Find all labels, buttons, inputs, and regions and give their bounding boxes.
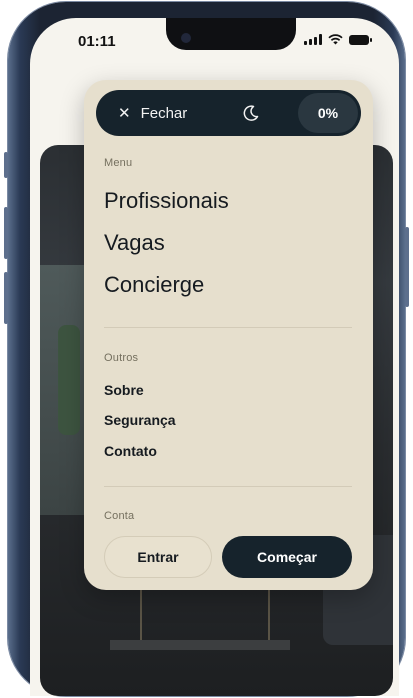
menu-link-sobre[interactable]: Sobre <box>104 382 144 398</box>
silent-switch <box>4 152 8 178</box>
close-label: Fechar <box>140 104 188 122</box>
signal-icon <box>304 34 322 45</box>
phone-frame: 01:11 ✕ Fechar 0% Menu Profissionais Vag… <box>4 2 409 696</box>
close-button[interactable]: ✕ Fechar <box>118 90 187 136</box>
volume-up-button <box>4 207 8 259</box>
moon-icon[interactable] <box>242 104 260 122</box>
camera <box>181 33 191 43</box>
menu-link-vagas[interactable]: Vagas <box>104 230 165 256</box>
menu-link-profissionais[interactable]: Profissionais <box>104 188 229 214</box>
menu-link-seguranca[interactable]: Segurança <box>104 412 176 428</box>
section-label-outros: Outros <box>104 352 139 364</box>
status-time: 01:11 <box>78 33 116 50</box>
divider <box>104 327 352 328</box>
login-button[interactable]: Entrar <box>104 536 212 578</box>
menu-link-contato[interactable]: Contato <box>104 443 157 459</box>
wifi-icon <box>328 34 343 45</box>
battery-icon <box>349 35 372 45</box>
volume-down-button <box>4 272 8 324</box>
status-icons <box>304 34 372 45</box>
screen: 01:11 ✕ Fechar 0% Menu Profissionais Vag… <box>30 18 399 696</box>
menu-top-bar: ✕ Fechar 0% <box>96 90 361 136</box>
section-label-conta: Conta <box>104 510 135 522</box>
divider <box>104 486 352 487</box>
get-started-button[interactable]: Começar <box>222 536 352 578</box>
power-button <box>405 227 409 307</box>
progress-indicator: 0% <box>298 93 358 133</box>
close-icon: ✕ <box>118 104 131 122</box>
menu-link-concierge[interactable]: Concierge <box>104 272 204 298</box>
navigation-menu: ✕ Fechar 0% Menu Profissionais Vagas Con… <box>84 80 373 590</box>
section-label-menu: Menu <box>104 157 133 169</box>
